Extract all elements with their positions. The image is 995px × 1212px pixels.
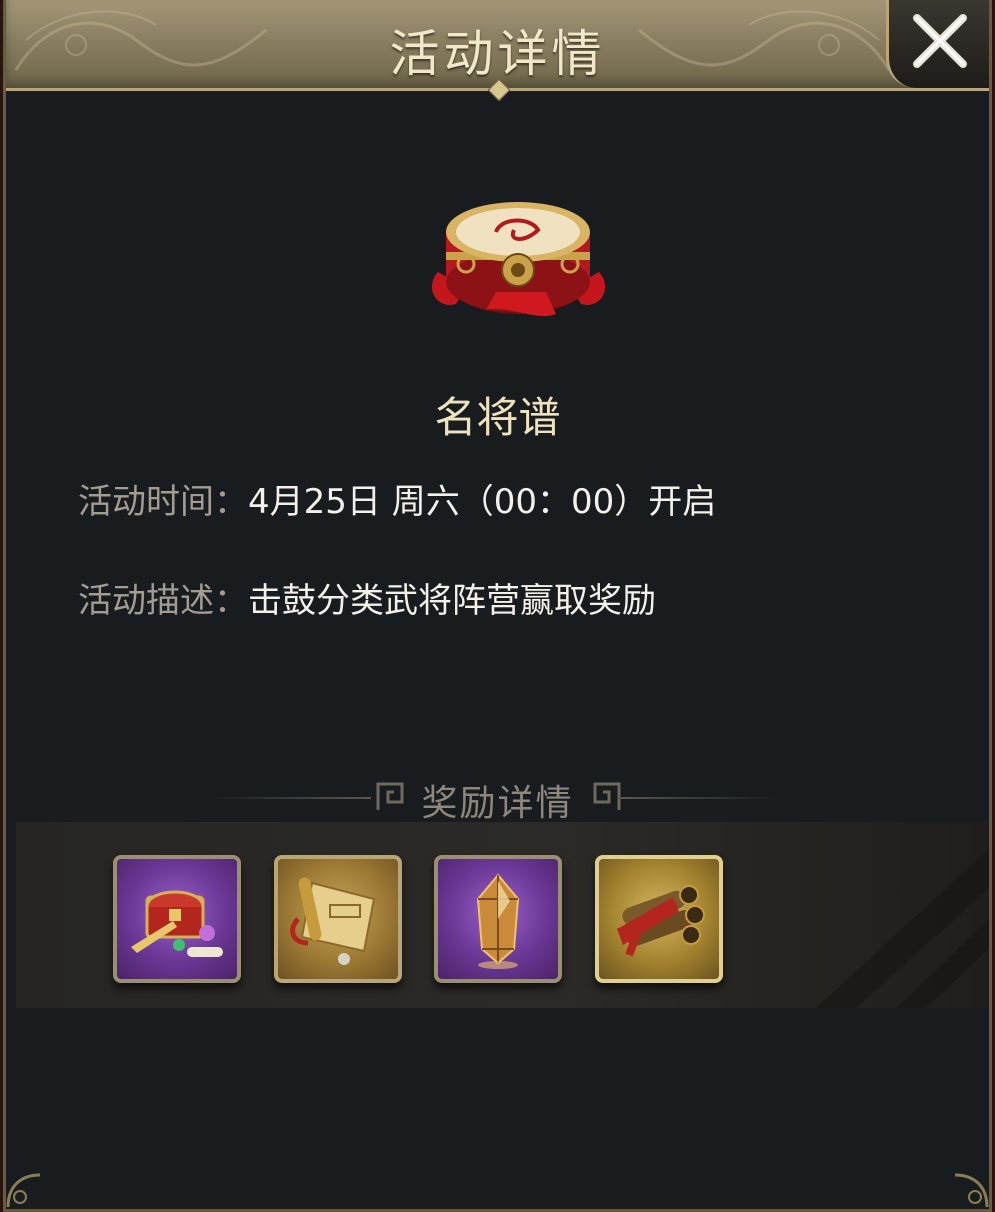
- event-description-row: 活动描述：击鼓分类武将阵营赢取奖励: [78, 573, 656, 622]
- event-description-value: 击鼓分类武将阵营赢取奖励: [248, 581, 656, 621]
- activity-detail-dialog: 活动详情 名将谱 活动时间：4月25日 周六（00：00）开启 活动描述：击鼓分…: [3, 0, 992, 1212]
- reward-item-treasure-chest[interactable]: [113, 855, 241, 983]
- event-time-row: 活动时间：4月25日 周六（00：00）开启: [78, 474, 716, 523]
- reward-item-crystal[interactable]: [434, 855, 562, 983]
- event-name: 名将谱: [434, 393, 561, 442]
- dialog-header: 活动详情: [6, 0, 989, 91]
- reward-section-title: 奖励详情: [421, 783, 574, 824]
- fret-ornament-icon: [593, 782, 621, 810]
- event-description-label: 活动描述：: [78, 581, 248, 621]
- treasure-chest-icon: [131, 890, 223, 957]
- event-time-label: 活动时间：: [78, 482, 248, 522]
- reward-item-scroll[interactable]: [274, 855, 402, 983]
- close-x-icon: [913, 14, 967, 68]
- war-drum-icon: [431, 202, 606, 317]
- divider-line: [618, 797, 778, 799]
- frame-corner-ornament: [6, 1173, 41, 1208]
- war-manual-bundle-icon: [617, 885, 705, 957]
- frame-corner-ornament: [954, 1173, 989, 1208]
- close-button[interactable]: [886, 0, 989, 88]
- dialog-title: 活动详情: [389, 25, 606, 83]
- crystal-icon: [476, 873, 520, 969]
- reward-item-war-manual[interactable]: [595, 855, 723, 983]
- brush-streak-decoration: [816, 848, 989, 1008]
- reward-section-header: 奖励详情: [6, 772, 989, 824]
- event-time-value: 4月25日 周六（00：00）开启: [248, 482, 717, 522]
- scroll-icon: [290, 877, 376, 965]
